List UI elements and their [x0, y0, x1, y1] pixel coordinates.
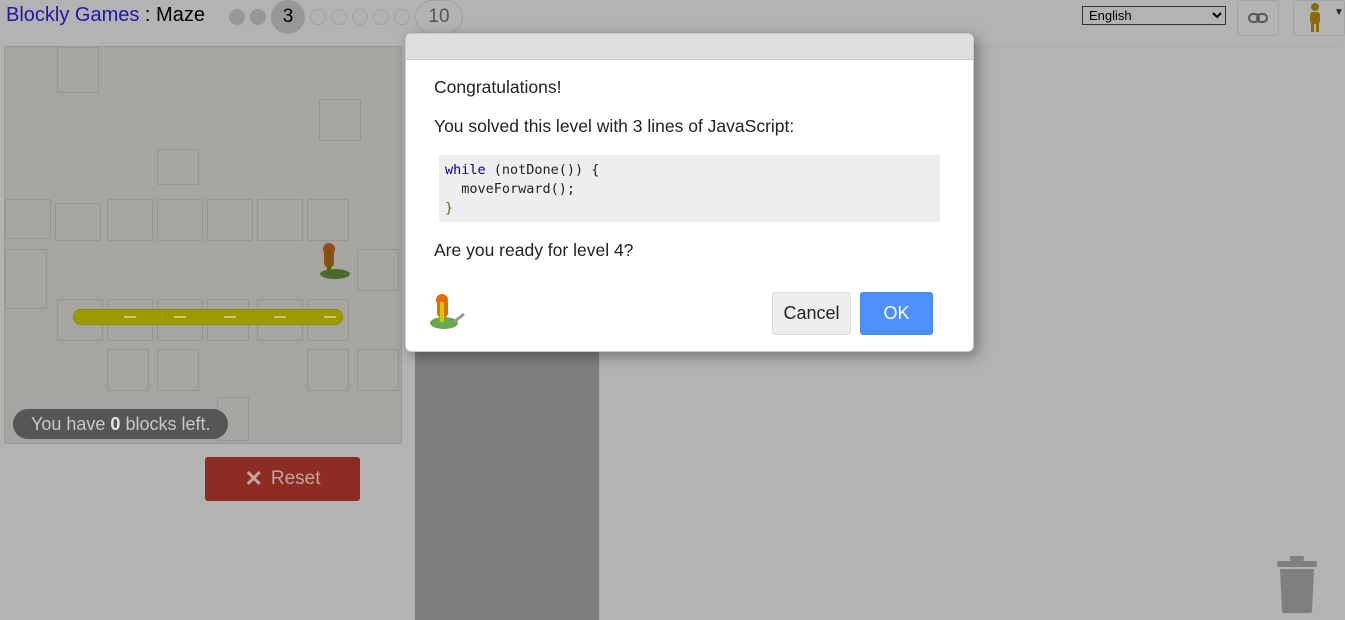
maze-wall-tile: [157, 149, 199, 185]
level-4-button[interactable]: [310, 9, 326, 25]
maze-display: You have 0 blocks left.: [4, 46, 402, 444]
code-line: moveForward();: [445, 181, 576, 197]
pegman-icon: [320, 243, 350, 279]
maze-path: [73, 309, 343, 325]
maze-wall-tile: [257, 199, 303, 241]
maze-wall-tile: [157, 199, 203, 241]
maze-wall-tile: [57, 47, 99, 93]
maze-wall-tile: [307, 199, 349, 241]
dialog-question: Are you ready for level 4?: [434, 240, 634, 260]
level-8-button[interactable]: [394, 9, 410, 25]
title-separator: :: [139, 4, 157, 26]
ok-button[interactable]: OK: [860, 292, 933, 335]
level-9-button[interactable]: 10: [415, 0, 463, 34]
level-3-button[interactable]: 3: [271, 0, 305, 34]
level-7-button[interactable]: [373, 9, 389, 25]
code-line: while (notDone()) {: [445, 162, 600, 178]
code-line: }: [445, 200, 454, 216]
code-listing: while (notDone()) { moveForward();}: [439, 155, 940, 222]
maze-wall-tile: [107, 349, 149, 391]
maze-wall-tile: [5, 199, 51, 239]
link-icon: [1248, 13, 1268, 23]
maze-wall-tile: [107, 199, 153, 241]
close-icon: ✕: [244, 466, 263, 491]
dialog-header: [406, 34, 973, 60]
game-name: Maze: [156, 4, 205, 26]
level-6-button[interactable]: [352, 9, 368, 25]
dialog-title: Congratulations!: [434, 77, 562, 97]
maze-wall-tile: [5, 249, 47, 309]
maze-wall-tile: [319, 99, 361, 141]
page-title: Blockly Games : Maze: [6, 4, 205, 27]
chevron-down-icon: ▼: [1334, 7, 1344, 18]
dialog-message: You solved this level with 3 lines of Ja…: [434, 116, 795, 136]
maze-wall-tile: [55, 203, 101, 241]
congratulations-dialog: Congratulations! You solved this level w…: [405, 33, 974, 352]
pegman-icon: [1310, 3, 1320, 32]
maze-wall-tile: [307, 349, 349, 391]
level-selector: 3 10: [229, 0, 468, 34]
pegman-icon: [430, 294, 465, 329]
maze-wall-tile: [207, 199, 253, 241]
maze-wall-tile: [357, 349, 399, 391]
link-button[interactable]: [1237, 0, 1279, 36]
blockly-games-link[interactable]: Blockly Games: [6, 4, 139, 26]
maze-wall-tile: [157, 349, 199, 391]
reset-button[interactable]: ✕ Reset: [205, 457, 360, 501]
level-5-button[interactable]: [331, 9, 347, 25]
level-2-button[interactable]: [250, 9, 266, 25]
trash-icon[interactable]: [1275, 555, 1319, 615]
pegman-menu-button[interactable]: ▼: [1293, 0, 1345, 36]
cancel-button[interactable]: Cancel: [772, 292, 851, 335]
level-1-button[interactable]: [229, 9, 245, 25]
blocks-left-counter: You have 0 blocks left.: [13, 409, 229, 439]
reset-label: Reset: [270, 468, 321, 489]
language-select[interactable]: English: [1082, 6, 1226, 25]
maze-wall-tile: [357, 249, 399, 291]
